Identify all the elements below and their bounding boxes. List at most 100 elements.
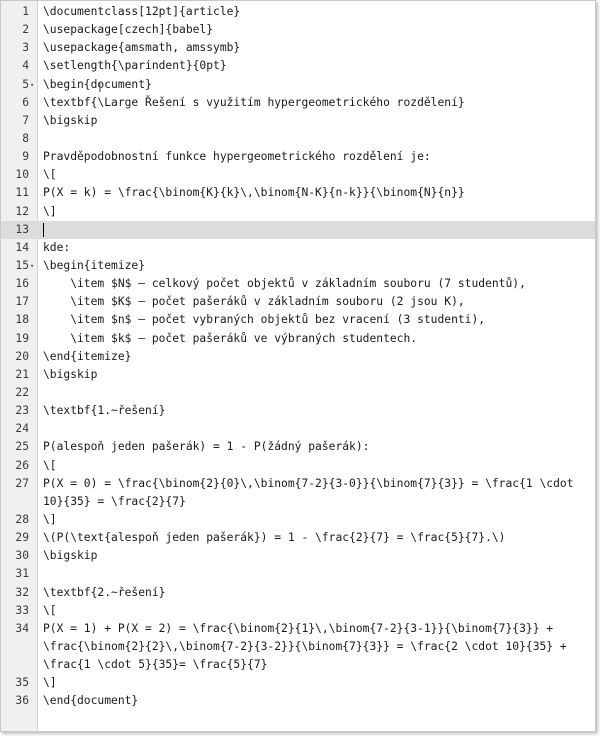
line-number: 28 bbox=[15, 512, 29, 526]
code-line[interactable]: 1 \documentclass[12pt]{article} bbox=[1, 3, 595, 21]
code-line[interactable]: 26 \[ bbox=[1, 457, 595, 475]
code-text: 10}{35} = \frac{2}{7} bbox=[43, 494, 186, 508]
code-text: \frac{1 \cdot 5}{35}= \frac{5}{7} bbox=[43, 658, 268, 672]
code-line[interactable]: 14 kde: bbox=[1, 239, 595, 257]
code-text: P(X = k) = \frac{\binom{K}{k}\,\binom{N-… bbox=[43, 186, 465, 200]
code-line[interactable]: 11 P(X = k) = \frac{\binom{K}{k}\,\binom{… bbox=[1, 184, 595, 202]
code-text: Pravděpodobnostní funkce hypergeometrick… bbox=[43, 150, 431, 164]
code-line[interactable]: 36 \end{document} bbox=[1, 692, 595, 710]
code-line[interactable]: 10 \[ bbox=[1, 166, 595, 184]
code-line[interactable]: \frac{\binom{2}{2}\,\binom{7-2}{3-2}}{\b… bbox=[1, 638, 595, 656]
code-line[interactable]: 35 \] bbox=[1, 674, 595, 692]
code-text: \end{document} bbox=[43, 694, 139, 708]
line-number: 12 bbox=[15, 204, 29, 218]
code-line[interactable]: 25 P(alespoň jeden pašerák) = 1 - P(žádný… bbox=[1, 438, 595, 456]
code-text: \item $N$ – celkový počet objektů v zákl… bbox=[43, 277, 526, 291]
code-text: P(X = 0) = \frac{\binom{2}{0}\,\binom{7-… bbox=[43, 476, 574, 490]
line-number: 27 bbox=[15, 476, 29, 490]
code-text: \[ bbox=[43, 168, 57, 182]
code-text: \(P(\text{alespoň jeden pašerák}) = 1 - … bbox=[43, 531, 506, 545]
line-number: 29 bbox=[15, 531, 29, 545]
code-line[interactable]: 5 ▾ \begin{document} bbox=[1, 76, 595, 94]
line-number: 7 bbox=[22, 113, 29, 127]
line-number: 22 bbox=[15, 385, 29, 399]
line-number: 8 bbox=[22, 131, 29, 145]
code-line[interactable]: 7 \bigskip bbox=[1, 112, 595, 130]
code-line[interactable]: 30 \bigskip bbox=[1, 547, 595, 565]
code-text: \[ bbox=[43, 603, 57, 617]
mouse-ibeam-icon: I bbox=[98, 81, 102, 96]
code-line[interactable]: 27 P(X = 0) = \frac{\binom{2}{0}\,\binom{… bbox=[1, 475, 595, 493]
line-number: 21 bbox=[15, 367, 29, 381]
code-text: \usepackage[czech]{babel} bbox=[43, 23, 214, 37]
code-text: \documentclass[12pt]{article} bbox=[43, 5, 241, 18]
line-number: 36 bbox=[15, 694, 29, 708]
code-line[interactable]: 12 \] bbox=[1, 203, 595, 221]
code-text: \bigskip bbox=[43, 367, 98, 381]
code-line[interactable]: 8 bbox=[1, 130, 595, 148]
code-line[interactable]: 10}{35} = \frac{2}{7} bbox=[1, 493, 595, 511]
code-text: \usepackage{amsmath, amssymb} bbox=[43, 41, 241, 55]
line-number: 35 bbox=[15, 676, 29, 690]
code-lines[interactable]: 1 \documentclass[12pt]{article} 2 \usepacka… bbox=[1, 3, 595, 710]
code-text: \item $n$ – počet vybraných objektů bez … bbox=[43, 313, 486, 327]
code-line[interactable]: 2 \usepackage[czech]{babel} bbox=[1, 21, 595, 39]
code-line[interactable]: 16 \item $N$ – celkový počet objektů v z… bbox=[1, 275, 595, 293]
line-number: 20 bbox=[15, 349, 29, 363]
line-number: 34 bbox=[15, 621, 29, 635]
code-text: \bigskip bbox=[43, 549, 98, 563]
code-line[interactable]: 31 bbox=[1, 565, 595, 583]
code-text: \textbf{\Large Řešení s využitím hyperge… bbox=[43, 95, 465, 109]
line-number: 15 bbox=[15, 258, 29, 272]
code-line[interactable]: 3 \usepackage{amsmath, amssymb} bbox=[1, 39, 595, 57]
code-text: P(alespoň jeden pašerák) = 1 - P(žádný p… bbox=[43, 440, 370, 454]
code-line[interactable]: 20 \end{itemize} bbox=[1, 348, 595, 366]
code-line[interactable]: 33 \[ bbox=[1, 602, 595, 620]
fold-toggle-icon[interactable]: ▾ bbox=[30, 76, 34, 94]
code-text: \begin{itemize} bbox=[43, 258, 146, 272]
code-text: \item $k$ – počet pašeráků ve výbraných … bbox=[43, 331, 418, 345]
code-editor[interactable]: 1 \documentclass[12pt]{article} 2 \usepacka… bbox=[0, 0, 596, 732]
line-number: 14 bbox=[15, 240, 29, 254]
code-line[interactable]: 21 \bigskip bbox=[1, 366, 595, 384]
code-text: \textbf{2.~řešení} bbox=[43, 585, 166, 599]
code-line[interactable]: 29 \(P(\text{alespoň jeden pašerák}) = 1 … bbox=[1, 529, 595, 547]
fold-toggle-icon[interactable]: ▾ bbox=[30, 257, 34, 275]
code-line[interactable]: 9 Pravděpodobnostní funkce hypergeometric… bbox=[1, 148, 595, 166]
code-line[interactable]: 23 \textbf{1.~řešení} bbox=[1, 402, 595, 420]
code-line[interactable]: 18 \item $n$ – počet vybraných objektů b… bbox=[1, 311, 595, 329]
code-line[interactable]: 28 \] bbox=[1, 511, 595, 529]
code-line[interactable]: 17 \item $K$ – počet pašeráků v základní… bbox=[1, 293, 595, 311]
line-number: 31 bbox=[15, 567, 29, 581]
code-line[interactable]: 34 P(X = 1) + P(X = 2) = \frac{\binom{2}{… bbox=[1, 620, 595, 638]
code-text: \bigskip bbox=[43, 113, 98, 127]
code-text: \textbf{1.~řešení} bbox=[43, 404, 166, 418]
line-number: 16 bbox=[15, 277, 29, 291]
code-line[interactable]: 22 bbox=[1, 384, 595, 402]
line-number: 24 bbox=[15, 422, 29, 436]
code-line[interactable]: 13 bbox=[1, 220, 595, 239]
code-text: \frac{\binom{2}{2}\,\binom{7-2}{3-2}}{\b… bbox=[43, 639, 567, 653]
line-number: 32 bbox=[15, 585, 29, 599]
code-line[interactable]: 19 \item $k$ – počet pašeráků ve výbraný… bbox=[1, 330, 595, 348]
text-caret bbox=[43, 222, 44, 237]
line-number: 1 bbox=[22, 5, 29, 18]
line-number: 2 bbox=[22, 23, 29, 37]
line-number: 18 bbox=[15, 313, 29, 327]
line-number: 17 bbox=[15, 295, 29, 309]
code-line[interactable]: 6 \textbf{\Large Řešení s využitím hyperg… bbox=[1, 94, 595, 112]
line-number: 3 bbox=[22, 41, 29, 55]
line-number: 10 bbox=[15, 168, 29, 182]
line-number: 9 bbox=[22, 150, 29, 164]
code-line[interactable]: 24 bbox=[1, 420, 595, 438]
code-text: \[ bbox=[43, 458, 57, 472]
line-number: 13 bbox=[15, 222, 29, 236]
line-number: 25 bbox=[15, 440, 29, 454]
code-text: \] bbox=[43, 512, 57, 526]
code-text: \setlength{\parindent}{0pt} bbox=[43, 59, 227, 73]
code-line[interactable]: 32 \textbf{2.~řešení} bbox=[1, 584, 595, 602]
code-line[interactable]: 4 \setlength{\parindent}{0pt} bbox=[1, 57, 595, 75]
code-line[interactable]: \frac{1 \cdot 5}{35}= \frac{5}{7} bbox=[1, 656, 595, 674]
line-number: 6 bbox=[22, 95, 29, 109]
code-line[interactable]: 15 ▾ \begin{itemize} bbox=[1, 257, 595, 275]
